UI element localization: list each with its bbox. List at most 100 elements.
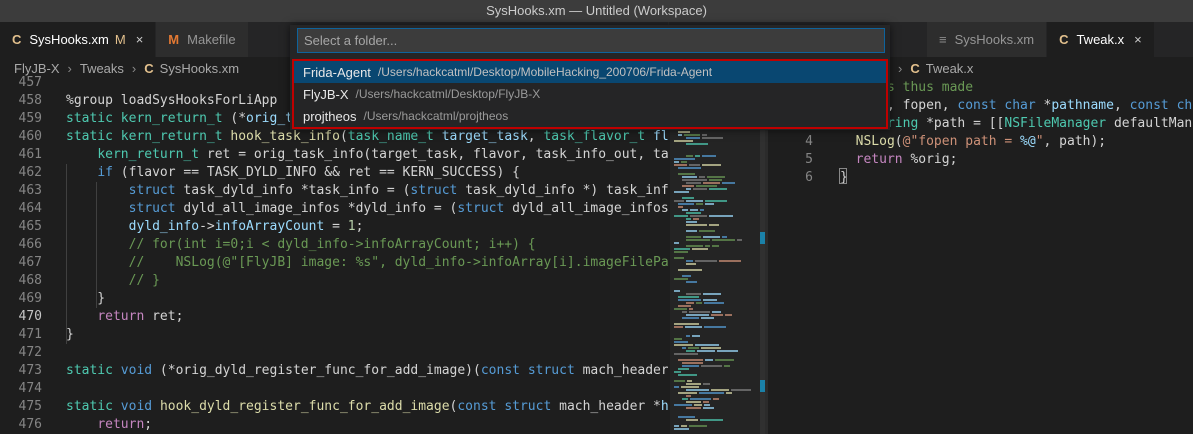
code-line: return; xyxy=(97,417,153,432)
code-line: kern_return_t ret = orig_task_info(targe… xyxy=(97,147,668,162)
minimap-line xyxy=(705,200,727,202)
tab-tweak[interactable]: C Tweak.x × xyxy=(1047,22,1155,57)
minimap-line xyxy=(678,296,699,298)
line-number: 460 xyxy=(18,129,42,144)
minimap[interactable] xyxy=(670,79,765,434)
tab-makefile[interactable]: M Makefile xyxy=(156,22,249,57)
file-lines-icon: ≡ xyxy=(939,32,947,47)
minimap-line xyxy=(690,209,698,211)
line-number: 471 xyxy=(18,327,42,342)
minimap-line xyxy=(695,344,719,346)
folder-list: Frida-Agent /Users/hackcatml/Desktop/Mob… xyxy=(292,59,888,129)
minimap-line xyxy=(674,425,679,427)
folder-path: /Users/hackcatml/projtheos xyxy=(363,109,509,123)
minimap-line xyxy=(674,386,679,388)
minimap-line xyxy=(682,185,694,187)
folder-item-projtheos[interactable]: projtheos /Users/hackcatml/projtheos xyxy=(294,105,886,127)
line-number: 461 xyxy=(18,147,42,162)
tab-syshooks[interactable]: C SysHooks.xm M × xyxy=(0,22,157,57)
minimap-line xyxy=(686,245,703,247)
c-file-icon: C xyxy=(1059,32,1069,47)
minimap-line xyxy=(702,137,723,139)
code-line: struct dyld_all_image_infos *dyld_info =… xyxy=(128,201,668,216)
minimap-line xyxy=(674,326,683,328)
minimap-line xyxy=(674,404,692,406)
minimap-line xyxy=(703,383,710,385)
c-file-icon: C xyxy=(910,60,920,76)
minimap-line xyxy=(674,248,690,250)
minimap-line xyxy=(682,179,707,181)
breadcrumb-item-file[interactable]: Tweak.x xyxy=(926,61,974,76)
line-number: 458 xyxy=(18,93,42,108)
minimap-line xyxy=(674,380,685,382)
minimap-line xyxy=(682,362,703,364)
close-icon[interactable]: × xyxy=(1134,32,1142,47)
code-line: // } xyxy=(128,273,160,288)
minimap-line xyxy=(678,374,697,376)
line-number: 457 xyxy=(18,75,42,90)
minimap-line xyxy=(704,326,726,328)
bracket-match-highlight xyxy=(839,168,847,184)
minimap-line xyxy=(678,167,701,169)
makefile-icon: M xyxy=(168,32,180,47)
folder-search-input[interactable] xyxy=(297,28,885,53)
minimap-line xyxy=(696,302,702,304)
code-line: static kern_return_t hook_task_info(task… xyxy=(66,129,668,144)
tab-label: SysHooks.xm xyxy=(954,32,1035,47)
code-line: if (flavor == TASK_DYLD_INFO && ret == K… xyxy=(97,165,520,180)
code-line: hook is thus made xyxy=(840,80,974,95)
minimap-line xyxy=(722,236,727,238)
minimap-line xyxy=(689,164,700,166)
minimap-line xyxy=(705,359,713,361)
minimap-line xyxy=(686,230,697,232)
minimap-line xyxy=(674,158,695,160)
folder-name: FlyJB-X xyxy=(303,86,349,102)
minimap-line xyxy=(703,236,720,238)
minimap-line xyxy=(674,353,698,355)
folder-item-flyjb-x[interactable]: FlyJB-X /Users/hackcatml/Desktop/FlyJB-X xyxy=(294,83,886,105)
minimap-line xyxy=(700,419,723,421)
scrollbar-marker xyxy=(760,232,765,244)
code-editor-right[interactable]: hook is thus made FILE *, fopen, const ch… xyxy=(840,79,1193,187)
minimap-line xyxy=(705,245,710,247)
breadcrumb-right: › C Tweak.x xyxy=(890,57,1193,79)
code-line: } xyxy=(66,327,74,342)
line-number: 6 xyxy=(805,170,813,185)
minimap-line xyxy=(709,224,719,226)
minimap-line xyxy=(724,365,730,367)
minimap-line xyxy=(674,371,681,373)
tab-syshooks-right[interactable]: ≡ SysHooks.xm xyxy=(927,22,1048,57)
minimap-line xyxy=(686,218,691,220)
minimap-line xyxy=(682,317,699,319)
minimap-line xyxy=(690,215,707,217)
folder-path: /Users/hackcatml/Desktop/FlyJB-X xyxy=(355,87,541,101)
minimap-line xyxy=(686,137,700,139)
minimap-line xyxy=(703,407,714,409)
code-line: // NSLog(@"[FlyJB] image: %s", dyld_info… xyxy=(128,255,668,270)
minimap-line xyxy=(703,299,717,301)
minimap-line xyxy=(701,317,714,319)
minimap-line xyxy=(686,401,701,403)
line-number: 469 xyxy=(18,291,42,306)
minimap-line xyxy=(686,155,693,157)
modified-badge: M xyxy=(114,32,126,47)
line-number: 463 xyxy=(18,183,42,198)
close-icon[interactable]: × xyxy=(136,32,144,47)
minimap-line xyxy=(678,416,695,418)
line-number-gutter: 457 458 459 460 461 462 463 464 465 466 467 468 469 4… xyxy=(0,74,42,434)
minimap-line xyxy=(682,197,694,199)
minimap-line xyxy=(699,392,724,394)
minimap-line xyxy=(678,299,701,301)
code-line: NSString *path = [[NSFileManager default… xyxy=(856,116,1193,131)
minimap-line xyxy=(701,347,721,349)
minimap-line xyxy=(687,380,692,382)
minimap-line xyxy=(678,368,689,370)
minimap-line xyxy=(696,185,717,187)
minimap-line xyxy=(674,215,688,217)
minimap-line xyxy=(704,302,724,304)
minimap-line xyxy=(678,203,694,205)
minimap-line xyxy=(686,302,694,304)
minimap-line xyxy=(674,428,689,430)
line-number: 462 xyxy=(18,165,42,180)
folder-item-frida-agent[interactable]: Frida-Agent /Users/hackcatml/Desktop/Mob… xyxy=(294,61,886,83)
